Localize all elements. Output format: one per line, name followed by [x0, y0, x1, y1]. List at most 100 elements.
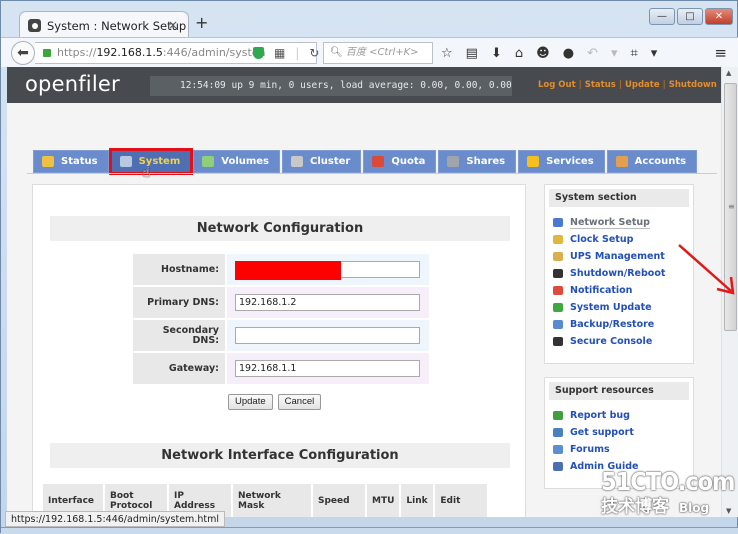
- network-config-heading: Network Configuration: [50, 216, 510, 241]
- tab-cluster[interactable]: Cluster: [282, 150, 362, 173]
- network-icon: [553, 218, 563, 227]
- tab-status[interactable]: Status: [33, 150, 109, 173]
- column-header: Edit: [435, 484, 488, 517]
- divider: [27, 173, 717, 174]
- openfiler-logo[interactable]: openfiler: [25, 72, 120, 96]
- tab-services[interactable]: Services: [518, 150, 605, 173]
- status-link[interactable]: Status: [585, 80, 616, 90]
- tab-quota[interactable]: Quota: [363, 150, 437, 173]
- sidebar-item-shutdown-reboot[interactable]: Shutdown/Reboot: [553, 265, 693, 282]
- scrollbar-thumb[interactable]: ≡: [724, 83, 737, 331]
- smiley-icon[interactable]: ☻: [536, 46, 550, 61]
- close-window-button[interactable]: ✕: [705, 8, 733, 25]
- bug-icon: [553, 411, 563, 420]
- grip-icon: ≡: [728, 202, 735, 211]
- watermark-blog: Blog: [679, 501, 710, 515]
- sidebar-item-forums[interactable]: Forums: [553, 441, 693, 458]
- tab-title: System : Network Setup: [47, 18, 187, 33]
- sidebar-item-backup-restore[interactable]: Backup/Restore: [553, 316, 693, 333]
- shutdown-link[interactable]: Shutdown: [669, 80, 717, 90]
- reload-icon[interactable]: ↻: [309, 46, 319, 60]
- sidebar-item-label: Report bug: [570, 410, 630, 421]
- crop-icon[interactable]: ⌗: [630, 46, 637, 61]
- shield-icon[interactable]: [253, 47, 264, 59]
- search-icon: 🔍︎: [330, 47, 343, 58]
- tab-label: Volumes: [221, 156, 270, 167]
- field-label: Primary DNS:: [133, 287, 225, 318]
- cancel-button[interactable]: Cancel: [277, 394, 322, 410]
- secondary-dns-input[interactable]: [235, 327, 420, 344]
- refresh-icon: [553, 303, 563, 312]
- mouse-cursor-icon: ☝: [142, 165, 151, 181]
- sidebar-item-get-support[interactable]: Get support: [553, 424, 693, 441]
- system-section-list: Network Setup Clock Setup UPS Management Sh…: [545, 207, 693, 350]
- back-button[interactable]: ⬅: [11, 41, 35, 65]
- search-input[interactable]: 🔍︎ 百度 <Ctrl+K>: [323, 42, 433, 64]
- qr-code-icon[interactable]: ▦: [274, 46, 285, 60]
- interface-config-heading: Network Interface Configuration: [50, 443, 510, 468]
- watermark: 51CTO.com 技术博客 Blog: [601, 467, 735, 517]
- reading-list-icon[interactable]: ▤: [466, 46, 478, 61]
- sidebar-item-label: System Update: [570, 302, 652, 313]
- sidebar-item-label: Clock Setup: [570, 234, 634, 245]
- field-label: Secondary DNS:: [133, 320, 225, 351]
- cluster-icon: [291, 156, 304, 167]
- form-row: Gateway: 192.168.1.1: [133, 353, 429, 384]
- users-icon: [615, 156, 628, 167]
- dropdown-icon[interactable]: ▾: [611, 46, 618, 61]
- new-tab-button[interactable]: +: [195, 13, 208, 32]
- tab-close-icon[interactable]: ×: [168, 18, 178, 32]
- crop-dropdown-icon[interactable]: ▾: [651, 46, 658, 61]
- primary-dns-input[interactable]: 192.168.1.2: [235, 294, 420, 311]
- logout-link[interactable]: Log Out: [538, 80, 576, 90]
- update-link[interactable]: Update: [625, 80, 660, 90]
- pie-icon: [372, 156, 385, 167]
- support-icon: [553, 428, 563, 437]
- hamburger-menu-icon[interactable]: ≡: [714, 44, 727, 62]
- scroll-up-icon[interactable]: ▲: [726, 69, 731, 77]
- bomb-icon: [553, 269, 563, 278]
- url-path: :446/admin/systen: [162, 46, 266, 59]
- sidebar-item-ups-management[interactable]: UPS Management: [553, 248, 693, 265]
- sidebar-item-system-update[interactable]: System Update: [553, 299, 693, 316]
- browser-tab[interactable]: System : Network Setup ×: [19, 11, 189, 39]
- home-icon[interactable]: ⌂: [515, 46, 523, 61]
- sidebar-item-report-bug[interactable]: Report bug: [553, 407, 693, 424]
- gateway-input[interactable]: 192.168.1.1: [235, 360, 420, 377]
- search-placeholder: 百度 <Ctrl+K>: [345, 47, 419, 58]
- chat-icon[interactable]: ●: [563, 46, 574, 61]
- sidebar-item-clock-setup[interactable]: Clock Setup: [553, 231, 693, 248]
- tab-label: Cluster: [310, 156, 351, 167]
- status-bar-url: https://192.168.1.5:446/admin/system.htm…: [5, 511, 225, 527]
- tab-label: Quota: [391, 156, 426, 167]
- sidebar-item-network-setup[interactable]: Network Setup: [553, 214, 693, 231]
- tab-shares[interactable]: Shares: [438, 150, 517, 173]
- download-icon[interactable]: ⬇: [491, 46, 502, 61]
- hostname-input[interactable]: [235, 261, 420, 280]
- update-button[interactable]: Update: [228, 394, 273, 410]
- maximize-button[interactable]: □: [677, 8, 703, 25]
- column-header: Link: [401, 484, 434, 517]
- sidebar-item-label: Notification: [570, 285, 633, 296]
- alert-icon: [553, 286, 563, 295]
- console-icon: [553, 337, 563, 346]
- system-section-panel: System section Network Setup Clock Setup U…: [544, 184, 694, 364]
- support-resources-title: Support resources: [549, 382, 689, 400]
- main-content: Network Configuration Hostname: Primary D…: [32, 184, 526, 517]
- tab-label: Shares: [466, 156, 506, 167]
- sidebar-item-label: Backup/Restore: [570, 319, 655, 330]
- divider: |: [295, 46, 300, 60]
- undo-icon[interactable]: ↶: [587, 46, 598, 61]
- tab-accounts[interactable]: Accounts: [606, 150, 698, 173]
- sidebar-item-secure-console[interactable]: Secure Console: [553, 333, 693, 350]
- tab-label: Services: [546, 156, 594, 167]
- sidebar-item-label: UPS Management: [570, 251, 665, 262]
- bookmark-star-icon[interactable]: ☆: [441, 46, 453, 61]
- redaction-block: [235, 261, 341, 280]
- vertical-scrollbar[interactable]: ▲ ≡ ▼: [721, 67, 738, 517]
- tab-label: Status: [61, 156, 98, 167]
- sidebar-item-notification[interactable]: Notification: [553, 282, 693, 299]
- tab-volumes[interactable]: Volumes: [193, 150, 281, 173]
- page-viewport: openfiler 12:54:09 up 9 min, 0 users, lo…: [7, 67, 721, 517]
- minimize-button[interactable]: —: [649, 8, 675, 25]
